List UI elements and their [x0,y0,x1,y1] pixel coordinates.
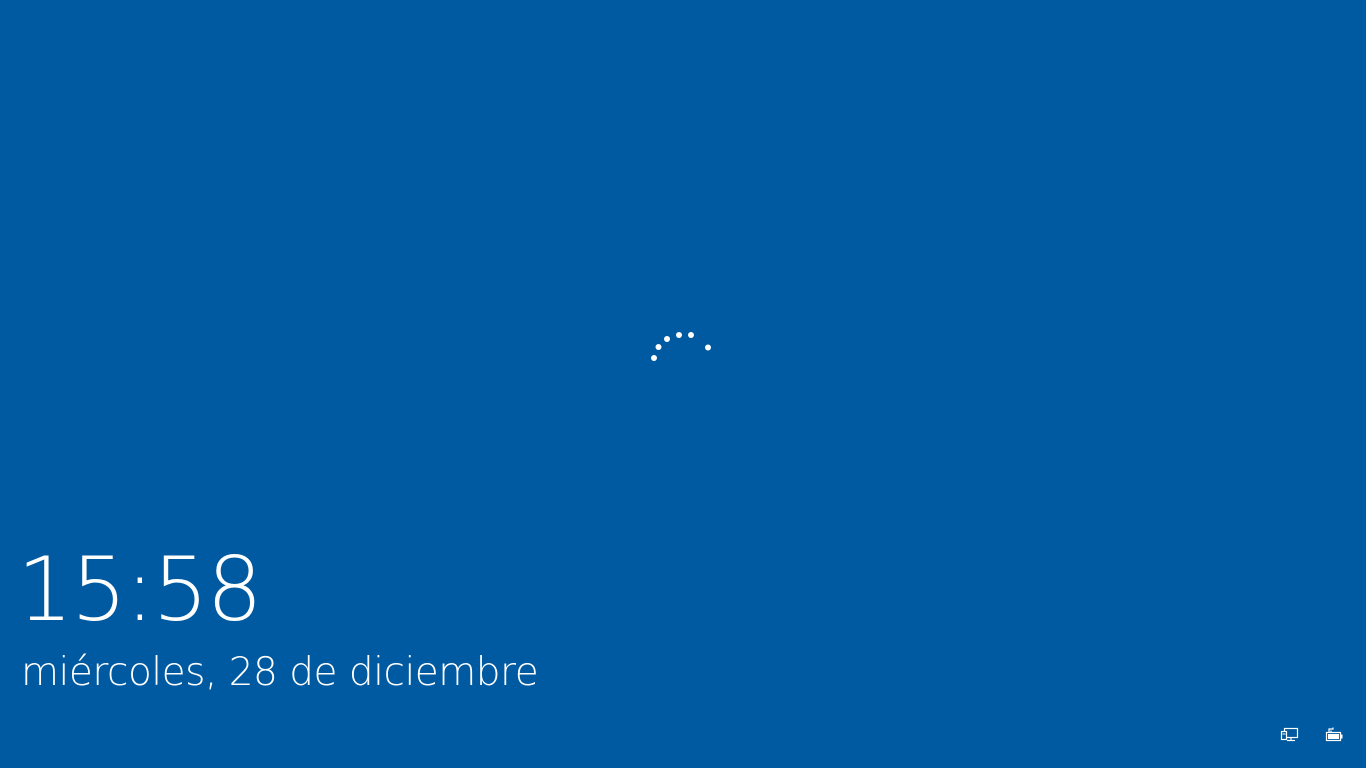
network-icon[interactable] [1280,726,1300,744]
spinner-dot [651,355,657,361]
battery-icon[interactable] [1324,726,1344,744]
lock-screen-time: 15:58 [17,538,263,641]
loading-spinner-icon [648,328,714,364]
spinner-dot [655,344,662,350]
spinner-dot [688,332,694,338]
lock-screen-date: miércoles, 28 de diciembre [21,650,539,695]
lock-screen[interactable]: 15:58 miércoles, 28 de diciembre [0,0,1366,768]
spinner-dot [676,332,682,338]
spinner-dot [664,336,670,342]
spinner-dot [705,344,711,351]
